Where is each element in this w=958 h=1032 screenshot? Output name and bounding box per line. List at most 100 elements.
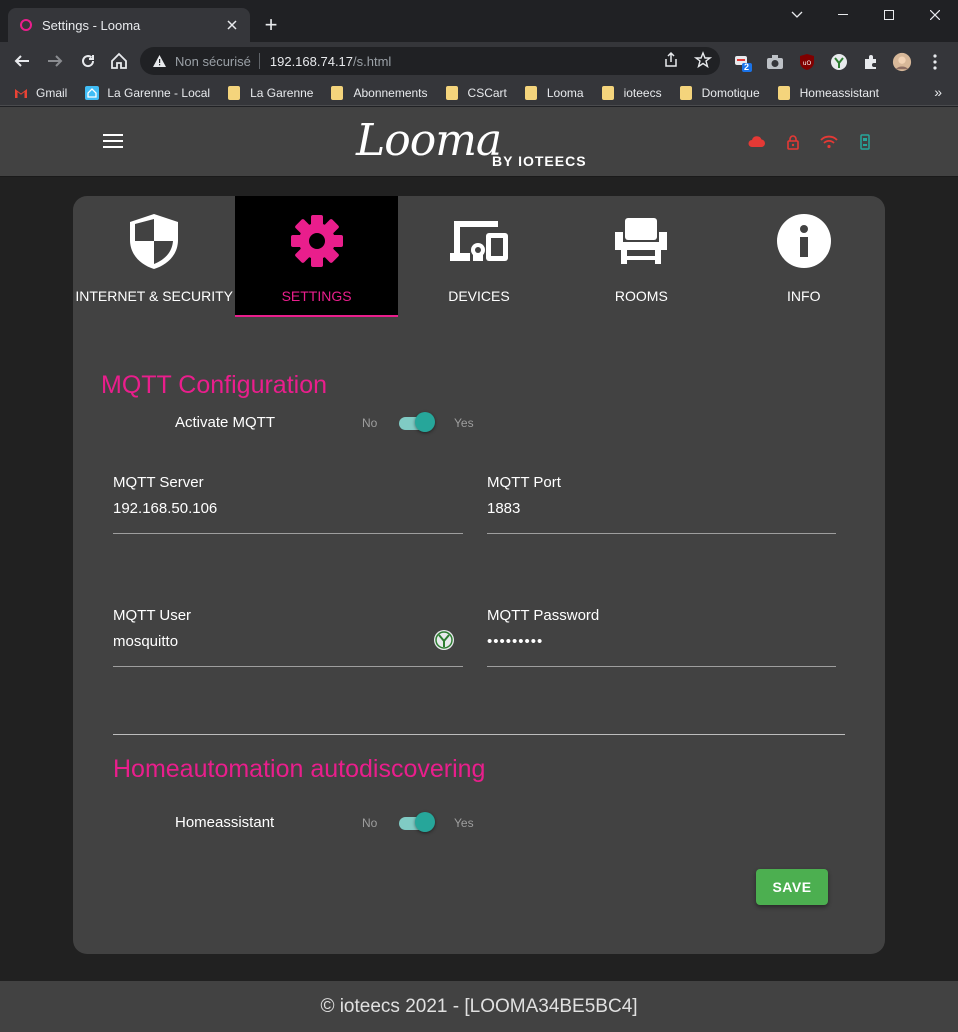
hamburger-menu-icon[interactable] <box>103 134 123 150</box>
home-button-icon[interactable] <box>107 49 131 73</box>
toggle-knob <box>415 412 435 432</box>
bookmark-la-garenne[interactable]: La Garenne <box>228 85 313 100</box>
bookmark-abonnements[interactable]: Abonnements <box>331 85 428 100</box>
new-tab-button[interactable]: + <box>260 14 282 36</box>
minimize-icon[interactable] <box>820 0 866 30</box>
bookmark-label: Abonnements <box>353 85 428 100</box>
svg-text:uO: uO <box>803 60 812 67</box>
tab-close-icon[interactable] <box>224 17 240 33</box>
camera-icon[interactable] <box>765 52 785 72</box>
share-icon[interactable] <box>662 51 680 72</box>
bookmark-label: Domotique <box>701 85 760 100</box>
homeassistant-toggle[interactable] <box>397 811 435 833</box>
settings-card: INTERNET & SECURITY SETTINGS DEVICES ROO… <box>73 196 885 954</box>
tab-info[interactable]: INFO <box>723 196 885 317</box>
window-controls <box>774 0 958 30</box>
mqtt-port-input[interactable] <box>487 500 836 517</box>
extension-badge: 2 <box>744 62 750 72</box>
cloud-status-icon <box>748 134 766 150</box>
close-window-icon[interactable] <box>912 0 958 30</box>
back-icon[interactable] <box>10 49 34 73</box>
address-bar[interactable]: Non sécurisé 192.168.74.17 /s.html <box>140 47 720 75</box>
logo-text: Looma <box>356 115 502 166</box>
tab-title: Settings - Looma <box>42 17 141 33</box>
bookmark-label: Gmail <box>36 85 68 100</box>
section-divider <box>113 734 845 735</box>
folder-icon <box>331 85 344 100</box>
looma-logo: Looma BY IOTEECS <box>352 115 602 173</box>
folder-icon <box>777 85 790 100</box>
toggle-knob <box>415 812 435 832</box>
info-icon <box>776 211 832 271</box>
ublock-icon[interactable]: uO <box>797 52 817 72</box>
tab-devices[interactable]: DEVICES <box>398 196 560 317</box>
logo-byline: BY IOTEECS <box>492 153 587 169</box>
reload-icon[interactable] <box>76 49 100 73</box>
devices-icon <box>448 211 510 271</box>
save-button[interactable]: SAVE <box>756 869 828 905</box>
folder-icon <box>601 85 614 100</box>
main-tabs: INTERNET & SECURITY SETTINGS DEVICES ROO… <box>73 196 885 317</box>
bookmark-looma[interactable]: Looma <box>524 85 584 100</box>
extension-flag-icon[interactable]: 2 <box>733 52 753 72</box>
device-status-icon <box>856 134 874 150</box>
mqtt-server-input[interactable] <box>113 500 463 517</box>
warning-icon[interactable] <box>152 54 167 68</box>
profile-avatar[interactable] <box>892 52 912 72</box>
bookmark-homeassistant[interactable]: Homeassistant <box>777 85 880 100</box>
maximize-icon[interactable] <box>866 0 912 30</box>
browser-tab[interactable]: Settings - Looma <box>8 8 250 42</box>
tab-label: INFO <box>787 288 821 304</box>
gmail-icon <box>15 88 27 98</box>
browser-tabstrip: Settings - Looma + <box>0 0 958 42</box>
activate-mqtt-label: Activate MQTT <box>175 414 276 431</box>
switch-on-label: Yes <box>454 816 474 830</box>
bookmarks-more-button[interactable]: » <box>934 84 942 100</box>
folder-icon <box>228 85 241 100</box>
bookmark-gmail[interactable]: Gmail <box>14 86 67 100</box>
bookmark-label: CSCart <box>467 85 507 100</box>
footer: © ioteecs 2021 - [LOOMA34BE5BC4] <box>0 981 958 1032</box>
tab-settings[interactable]: SETTINGS <box>235 196 398 317</box>
bookmark-label: Looma <box>546 85 584 100</box>
browser-menu-icon[interactable] <box>925 52 945 72</box>
url-host: 192.168.74.17 <box>269 53 354 69</box>
switch-on-label: Yes <box>454 416 474 430</box>
browser-toolbar: Non sécurisé 192.168.74.17 /s.html 2 uO <box>0 42 958 80</box>
mqtt-section-title: MQTT Configuration <box>101 371 328 399</box>
bookmark-cscart[interactable]: CSCart <box>445 85 507 100</box>
mqtt-password-field: MQTT Password ••••••••• <box>487 607 836 667</box>
tab-rooms[interactable]: ROOMS <box>560 196 722 317</box>
bookmarks-bar: Gmail La Garenne - Local La Garenne Abon… <box>0 80 958 106</box>
forward-icon[interactable] <box>43 49 67 73</box>
lock-status-icon <box>784 134 802 150</box>
bookmark-la-garenne-local[interactable]: La Garenne - Local <box>85 85 211 100</box>
bookmark-label: ioteecs <box>623 85 662 100</box>
folder-icon <box>524 85 537 100</box>
mqtt-user-input[interactable] <box>113 633 463 650</box>
activate-mqtt-toggle[interactable] <box>397 411 435 433</box>
bookmark-star-icon[interactable] <box>693 51 713 72</box>
tab-search-icon[interactable] <box>774 0 820 30</box>
folder-icon <box>445 85 458 100</box>
mqtt-user-label: MQTT User <box>113 607 192 624</box>
mqtt-password-input[interactable]: ••••••••• <box>487 633 836 650</box>
extensions-puzzle-icon[interactable] <box>861 52 881 72</box>
bookmark-label: La Garenne - Local <box>107 85 211 100</box>
bookmark-label: Homeassistant <box>799 85 880 100</box>
green-extension-icon[interactable] <box>829 52 849 72</box>
looma-favicon-icon <box>18 17 34 33</box>
bookmark-domotique[interactable]: Domotique <box>679 85 760 100</box>
mqtt-port-label: MQTT Port <box>487 474 561 491</box>
homeautomation-section-title: Homeautomation autodiscovering <box>113 755 486 783</box>
tab-internet-security[interactable]: INTERNET & SECURITY <box>73 196 235 317</box>
mqtt-user-field: MQTT User <box>113 607 463 667</box>
chair-icon <box>613 211 669 271</box>
url-path: /s.html <box>353 53 392 69</box>
address-separator <box>258 53 260 69</box>
bookmark-ioteecs[interactable]: ioteecs <box>601 85 662 100</box>
password-manager-icon[interactable] <box>433 629 455 656</box>
tab-label: DEVICES <box>448 288 510 304</box>
switch-off-label: No <box>362 416 378 430</box>
mqtt-port-field: MQTT Port <box>487 474 836 534</box>
